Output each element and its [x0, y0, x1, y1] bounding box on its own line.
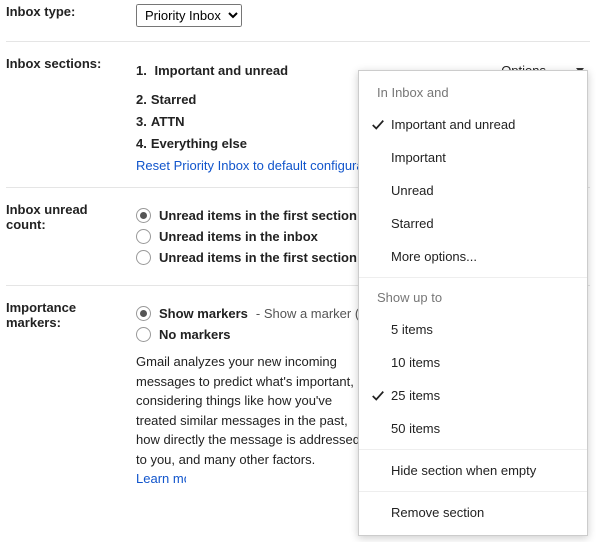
section-number: 2.	[136, 92, 147, 107]
dropdown-divider	[359, 449, 587, 450]
radio-unread-inbox[interactable]	[136, 229, 151, 244]
radio-unread-first[interactable]	[136, 208, 151, 223]
options-dropdown: In Inbox and Important and unreadImporta…	[358, 70, 588, 536]
divider	[6, 41, 590, 42]
dropdown-filter-item[interactable]: Unread	[359, 174, 587, 207]
radio-label: Unread items in the inbox	[159, 229, 318, 244]
section-number: 1.	[136, 63, 147, 78]
label-inbox-sections: Inbox sections:	[0, 52, 130, 177]
section-number: 3.	[136, 114, 147, 129]
check-icon	[371, 389, 385, 403]
importance-description: Gmail analyzes your new incoming message…	[136, 352, 366, 489]
dropdown-remove-section[interactable]: Remove section	[359, 496, 587, 529]
label-importance: Importance markers:	[0, 296, 130, 493]
dropdown-filter-item[interactable]: More options...	[359, 240, 587, 273]
radio-label: Unread items in the first section	[159, 208, 357, 223]
dropdown-limit-item[interactable]: 50 items	[359, 412, 587, 445]
inbox-type-select[interactable]: Priority Inbox	[136, 4, 242, 27]
reset-link[interactable]: Reset Priority Inbox to default configur…	[136, 158, 381, 173]
dropdown-header: Show up to	[359, 282, 587, 313]
dropdown-limit-item[interactable]: 5 items	[359, 313, 587, 346]
dropdown-filter-item[interactable]: Important	[359, 141, 587, 174]
radio-label: Unread items in the first section and in…	[159, 250, 379, 265]
dropdown-header: In Inbox and	[359, 77, 587, 108]
learn-more-link[interactable]: Learn more	[136, 469, 186, 489]
dropdown-filter-item[interactable]: Important and unread	[359, 108, 587, 141]
dropdown-limit-item[interactable]: 25 items	[359, 379, 587, 412]
dropdown-divider	[359, 491, 587, 492]
radio-no-markers[interactable]	[136, 327, 151, 342]
radio-label: No markers	[159, 327, 231, 342]
section-name: ATTN	[151, 114, 185, 129]
radio-unread-both[interactable]	[136, 250, 151, 265]
dropdown-hide-empty[interactable]: Hide section when empty	[359, 454, 587, 487]
dropdown-divider	[359, 277, 587, 278]
section-name: Everything else	[151, 136, 247, 151]
section-name: Important and unread	[154, 63, 288, 78]
section-name: Starred	[151, 92, 197, 107]
section-number: 4.	[136, 136, 147, 151]
check-icon	[371, 118, 385, 132]
dropdown-filter-item[interactable]: Starred	[359, 207, 587, 240]
dropdown-limit-item[interactable]: 10 items	[359, 346, 587, 379]
radio-label: Show markers	[159, 306, 248, 321]
label-inbox-type: Inbox type:	[0, 0, 130, 31]
marker-desc: - Show a marker (	[256, 306, 359, 321]
radio-show-markers[interactable]	[136, 306, 151, 321]
label-unread-count: Inbox unread count:	[0, 198, 130, 275]
